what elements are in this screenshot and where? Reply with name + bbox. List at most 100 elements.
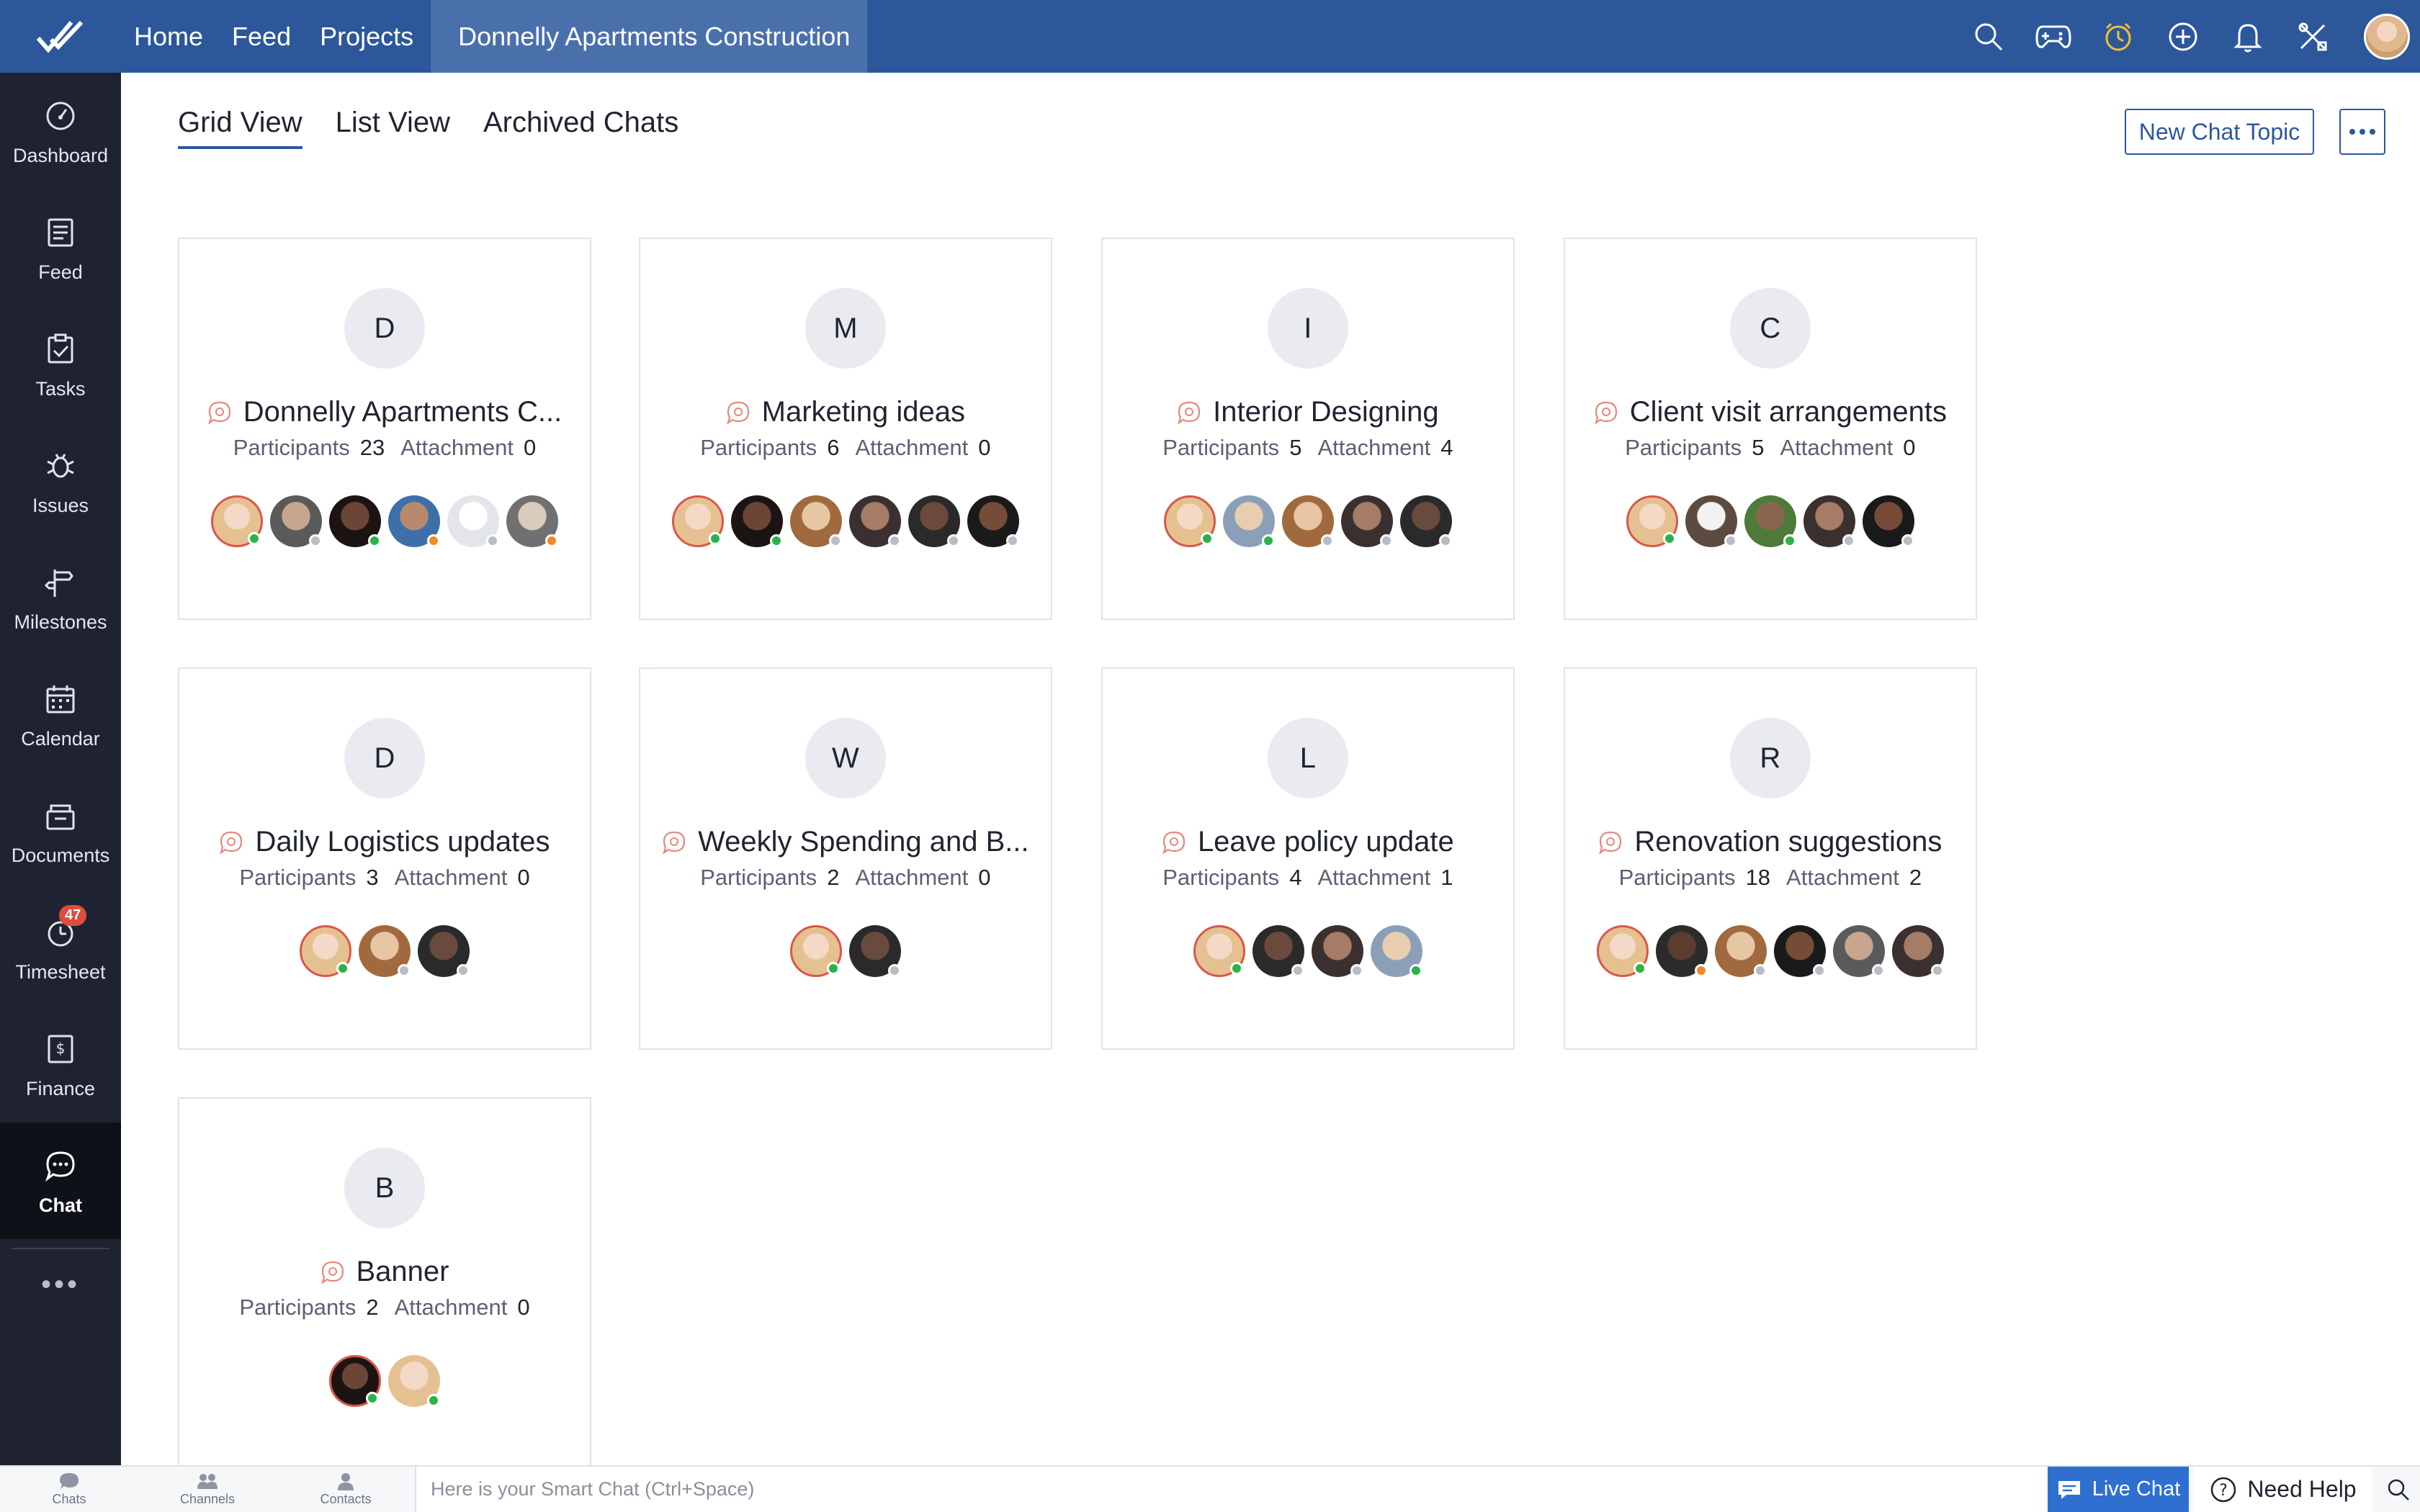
chat-topic-card[interactable]: D Daily Logistics updates Participants 3 Att…: [178, 667, 591, 1050]
participant-avatar[interactable]: [447, 495, 499, 547]
attachment-count: 4: [1440, 435, 1453, 460]
participant-avatar[interactable]: [1163, 495, 1216, 547]
timer-icon[interactable]: [2086, 0, 2151, 73]
participant-avatar[interactable]: [270, 495, 322, 547]
presence-dot: [427, 534, 440, 547]
participant-avatar[interactable]: [359, 925, 411, 978]
sidebar-item-dashboard[interactable]: Dashboard: [0, 73, 121, 189]
tools-icon[interactable]: [2280, 0, 2345, 73]
nav-projects[interactable]: Projects: [305, 0, 428, 73]
sidebar-more-icon[interactable]: •••: [12, 1248, 109, 1320]
chat-topic-card[interactable]: M Marketing ideas Participants 6 Attachment 0: [638, 238, 1052, 620]
participant-avatar[interactable]: [1744, 495, 1796, 547]
sidebar-item-chat[interactable]: Chat: [0, 1122, 121, 1239]
participant-avatar[interactable]: [1222, 495, 1275, 547]
sidebar-item-milestones[interactable]: Milestones: [0, 539, 121, 656]
participant-avatar[interactable]: [1399, 495, 1452, 547]
sidebar-item-tasks[interactable]: Tasks: [0, 306, 121, 423]
topic-title[interactable]: Banner: [357, 1256, 449, 1288]
chat-topic-card[interactable]: D Donnelly Apartments C... Participants 23 A…: [178, 238, 591, 620]
bottom-contacts[interactable]: Contacts: [277, 1466, 415, 1512]
sidebar-item-documents[interactable]: Documents: [0, 773, 121, 889]
help-icon: ?: [2211, 1477, 2236, 1502]
new-chat-topic-button[interactable]: New Chat Topic: [2125, 109, 2314, 155]
participant-avatar[interactable]: [1311, 925, 1363, 978]
user-avatar[interactable]: [2364, 13, 2410, 60]
app-logo[interactable]: [0, 0, 121, 73]
participant-avatar[interactable]: [388, 495, 440, 547]
sidebar-item-calendar[interactable]: Calendar: [0, 656, 121, 773]
participant-avatar[interactable]: [1832, 925, 1885, 978]
attachment-count: 0: [1903, 435, 1916, 460]
topic-title[interactable]: Renovation suggestions: [1634, 826, 1942, 858]
tab-grid-view[interactable]: Grid View: [178, 107, 302, 149]
participant-avatar[interactable]: [1803, 495, 1855, 547]
chat-topic-card[interactable]: L Leave policy update Participants 4 Attachm…: [1101, 667, 1515, 1050]
participant-avatar[interactable]: [848, 495, 901, 547]
search-icon[interactable]: [1956, 0, 2021, 73]
view-tabs: Grid View List View Archived Chats: [178, 107, 712, 149]
topic-title[interactable]: Leave policy update: [1198, 826, 1454, 858]
topic-title[interactable]: Daily Logistics updates: [255, 826, 550, 858]
topic-title[interactable]: Donnelly Apartments C...: [243, 396, 562, 428]
participant-avatar[interactable]: [671, 495, 724, 547]
chat-topic-card[interactable]: W Weekly Spending and B... Participants 2 At…: [638, 667, 1052, 1050]
chat-topic-card[interactable]: B Banner Participants 2 Attachment 0: [178, 1097, 591, 1480]
participant-avatar[interactable]: [300, 925, 351, 978]
participant-avatar[interactable]: [1714, 925, 1767, 978]
participant-avatar[interactable]: [789, 495, 842, 547]
chat-topic-card[interactable]: C Client visit arrangements Participants 5 A…: [1563, 238, 1977, 620]
participant-avatar[interactable]: [789, 925, 842, 978]
participant-avatar[interactable]: [908, 495, 960, 547]
participant-avatar[interactable]: [848, 925, 901, 978]
more-options-button[interactable]: [2339, 109, 2385, 155]
participant-avatar[interactable]: [1891, 925, 1944, 978]
participant-avatar[interactable]: [967, 495, 1019, 547]
live-chat-button[interactable]: Live Chat: [2048, 1467, 2189, 1512]
participant-avatar[interactable]: [1281, 495, 1334, 547]
chat-bubble-icon: [663, 831, 686, 855]
participant-avatar[interactable]: [329, 1355, 381, 1408]
chat-topic-card[interactable]: R Renovation suggestions Participants 18 Att…: [1563, 667, 1977, 1050]
bottom-search-icon[interactable]: [2377, 1467, 2420, 1512]
participant-avatar[interactable]: [1655, 925, 1708, 978]
participant-avatar[interactable]: [388, 1355, 440, 1408]
participant-avatar[interactable]: [1370, 925, 1422, 978]
gamepad-icon[interactable]: [2021, 0, 2086, 73]
participant-avatar[interactable]: [1340, 495, 1393, 547]
participant-avatar[interactable]: [329, 495, 381, 547]
participant-avatar[interactable]: [730, 495, 783, 547]
participant-avatar[interactable]: [1685, 495, 1737, 547]
need-help-button[interactable]: ? Need Help: [2194, 1467, 2372, 1512]
topic-title[interactable]: Weekly Spending and B...: [698, 826, 1029, 858]
channels-icon: [197, 1474, 218, 1489]
sidebar-item-issues[interactable]: Issues: [0, 423, 121, 539]
nav-home[interactable]: Home: [121, 0, 218, 73]
topic-title[interactable]: Interior Designing: [1213, 396, 1439, 428]
sidebar-item-timesheet[interactable]: 47 Timesheet: [0, 889, 121, 1006]
calendar-icon: [40, 679, 81, 719]
bell-icon[interactable]: [2215, 0, 2280, 73]
smart-chat-input[interactable]: Here is your Smart Chat (Ctrl+Space): [415, 1467, 2048, 1512]
participant-avatar[interactable]: [1252, 925, 1304, 978]
nav-feed[interactable]: Feed: [218, 0, 305, 73]
bottom-channels[interactable]: Channels: [138, 1466, 277, 1512]
sidebar-item-finance[interactable]: $ Finance: [0, 1006, 121, 1122]
add-icon[interactable]: [2151, 0, 2215, 73]
chat-topic-card[interactable]: I Interior Designing Participants 5 Attachme…: [1101, 238, 1515, 620]
bottom-chats[interactable]: Chats: [0, 1466, 138, 1512]
topic-title[interactable]: Client visit arrangements: [1630, 396, 1947, 428]
current-project-tab[interactable]: Donnelly Apartments Construction: [431, 0, 868, 73]
tab-list-view[interactable]: List View: [336, 107, 450, 149]
participant-avatar[interactable]: [506, 495, 558, 547]
participant-avatar[interactable]: [1626, 495, 1678, 547]
participant-avatar[interactable]: [418, 925, 470, 978]
tab-archived-chats[interactable]: Archived Chats: [483, 107, 678, 149]
sidebar-item-feed[interactable]: Feed: [0, 189, 121, 306]
participant-avatar[interactable]: [1193, 925, 1245, 978]
participant-avatar[interactable]: [1862, 495, 1914, 547]
participant-avatar[interactable]: [1773, 925, 1826, 978]
topic-title[interactable]: Marketing ideas: [762, 396, 965, 428]
participant-avatar[interactable]: [1596, 925, 1649, 978]
participant-avatar[interactable]: [211, 495, 263, 547]
